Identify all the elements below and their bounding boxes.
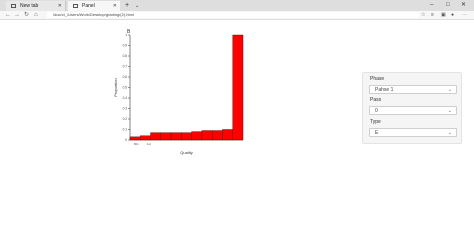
star-icon[interactable]: ☆ <box>421 11 425 19</box>
chevron-down-icon: ⌄ <box>447 130 452 136</box>
bar <box>232 34 244 141</box>
page-content: B 0 0.1 0.2 0.3 0.4 0.5 0.6 0.7 0.8 0.9 1 Min 1st Qual… <box>0 20 474 247</box>
page-icon <box>11 4 16 8</box>
x-axis-label: Quality <box>180 150 192 155</box>
type-select[interactable]: E ⌄ <box>369 128 457 137</box>
home-icon[interactable]: ⌂ <box>34 11 38 19</box>
pass-label: Pass <box>370 97 382 103</box>
chart-title: B <box>127 29 131 35</box>
y-tick-label: 0.2 <box>123 117 128 121</box>
browser-toolbar: ← → ↻ ⌂ /doc/ct_/Users/Work/Desktop/grad… <box>0 11 474 20</box>
bar <box>140 135 151 141</box>
tab-label: Panel <box>82 3 95 9</box>
y-axis-label: Proportion <box>113 78 118 96</box>
more-icon[interactable]: ⋯ <box>462 11 467 19</box>
bar <box>222 129 233 141</box>
y-tick-label: 0.7 <box>123 65 128 69</box>
y-tick-label: 0.3 <box>123 107 128 111</box>
y-tick-label: 0.9 <box>123 44 128 48</box>
bar <box>160 132 172 141</box>
pass-select[interactable]: 0 ⌄ <box>369 106 457 115</box>
tab-label: New tab <box>20 3 39 9</box>
profile-icon[interactable]: ● <box>451 11 454 19</box>
bar <box>150 132 162 141</box>
type-label: Type <box>370 119 381 125</box>
type-value: E <box>375 130 379 136</box>
tab-panel[interactable]: Panel ✕ <box>68 1 120 11</box>
close-window-button[interactable]: ✕ <box>461 0 466 10</box>
tab-new-tab[interactable]: New tab ✕ <box>6 1 66 11</box>
bar <box>211 130 223 141</box>
tab-dropdown-icon[interactable]: ⌄ <box>135 1 139 11</box>
phase-value: Pahse 1 <box>375 87 394 93</box>
close-tab-icon[interactable]: ✕ <box>58 1 62 11</box>
phase-label: Phase <box>370 76 385 82</box>
minimize-button[interactable]: – <box>430 0 433 10</box>
phase-select[interactable]: Pahse 1 ⌄ <box>369 85 457 94</box>
x-tick-label: Min <box>134 142 139 146</box>
forward-icon[interactable]: → <box>14 11 20 19</box>
back-icon[interactable]: ← <box>5 11 11 19</box>
y-tick-label: 0.1 <box>123 128 128 132</box>
y-tick-label: 0.8 <box>123 54 128 58</box>
favorites-icon[interactable]: ≡ <box>431 11 434 19</box>
y-tick-label: 0 <box>125 138 127 142</box>
chevron-down-icon: ⌄ <box>447 108 452 114</box>
collections-icon[interactable]: ▣ <box>441 11 446 19</box>
address-bar[interactable]: /doc/ct_/Users/Work/Desktop/grading/(2).… <box>47 12 419 18</box>
chevron-down-icon: ⌄ <box>447 87 452 93</box>
bar <box>191 131 203 141</box>
maximize-button[interactable]: □ <box>446 0 450 10</box>
y-tick-label: 0.6 <box>123 75 128 79</box>
new-tab-button[interactable]: + <box>125 1 129 11</box>
refresh-icon[interactable]: ↻ <box>24 11 29 19</box>
y-tick-label: 1 <box>125 33 127 37</box>
address-text: /doc/ct_/Users/Work/Desktop/grading/(2).… <box>53 12 134 17</box>
bar <box>129 136 141 141</box>
bar-chart: B 0 0.1 0.2 0.3 0.4 0.5 0.6 0.7 0.8 0.9 1 Min 1st Qual… <box>113 29 244 155</box>
controls-panel: Phase Pahse 1 ⌄ Pass 0 ⌄ Type E ⌄ <box>362 72 462 144</box>
close-tab-icon[interactable]: ✕ <box>113 1 117 11</box>
x-tick-label: 1st <box>147 142 151 146</box>
pass-value: 0 <box>375 108 378 114</box>
y-tick-label: 0.5 <box>123 86 128 90</box>
y-tick-label: 0.4 <box>123 96 128 100</box>
browser-tab-strip: New tab ✕ Panel ✕ + ⌄ – □ ✕ <box>0 0 474 11</box>
bar <box>201 130 213 141</box>
page-icon <box>73 4 78 8</box>
bar <box>181 132 192 141</box>
bar <box>170 132 182 141</box>
